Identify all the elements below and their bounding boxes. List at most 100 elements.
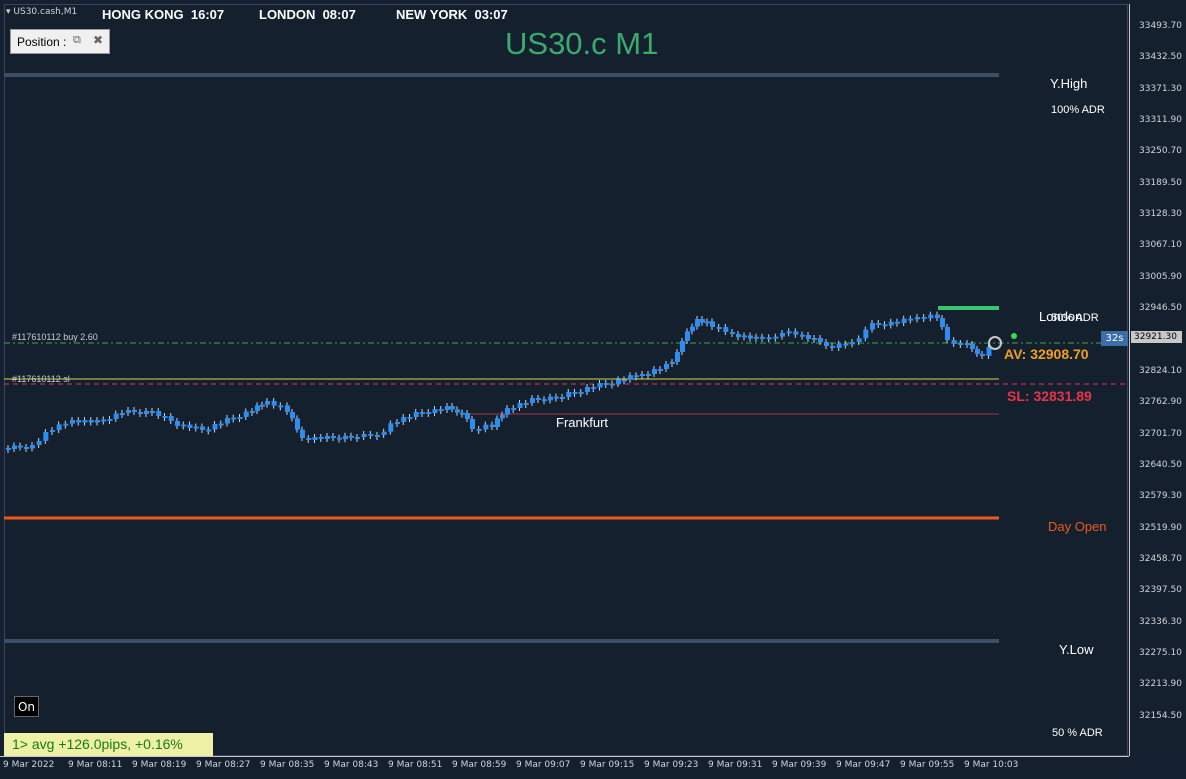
candle-body: [505, 408, 510, 415]
time-axis[interactable]: 9 Mar 2022 9 Mar 08:11 9 Mar 08:19 9 Mar 08…: [0, 756, 1129, 779]
buy-order-label: #117610112 buy 2.60: [12, 332, 98, 342]
candle-body: [560, 397, 565, 399]
time-tick-label: 9 Mar 08:27: [196, 760, 251, 770]
candle-body: [260, 404, 265, 407]
candle-body: [975, 349, 980, 354]
candle-body: [36, 441, 42, 445]
candle-body: [554, 396, 559, 399]
adr-50-label: 50 % ADR: [1052, 727, 1103, 739]
candle-body: [420, 412, 425, 414]
candle-body: [812, 338, 817, 340]
candle-body: [908, 318, 914, 321]
candle-body: [150, 411, 155, 413]
candle-body: [628, 375, 633, 380]
candle-body: [101, 419, 107, 422]
candle-body: [18, 445, 23, 448]
candle-body: [168, 416, 174, 421]
candle-body: [824, 342, 829, 346]
candle-body: [407, 417, 413, 419]
candle-body: [265, 401, 270, 405]
candle-body: [603, 383, 609, 385]
time-tick-label: 9 Mar 08:35: [260, 760, 315, 770]
clock-label: NEW YORK: [396, 7, 468, 22]
time-tick-label: 9 Mar 09:23: [644, 760, 699, 770]
candle-body: [243, 411, 249, 417]
candle-body: [162, 416, 168, 418]
candle-body: [730, 332, 735, 334]
chart-window[interactable]: ▾ US30.cash,M1 HONG KONG 16:07 LONDON 08…: [0, 0, 1186, 779]
sl-order-label: #117610112 sl: [12, 374, 70, 384]
candle-body: [337, 437, 342, 440]
price-tick-label: 32213.90: [1139, 679, 1182, 690]
price-tick-label: 32519.90: [1139, 522, 1182, 533]
status-dot-icon: [1011, 333, 1017, 339]
candle-body: [438, 409, 444, 411]
candle-body: [113, 413, 119, 419]
candle-body: [723, 327, 729, 332]
close-icon[interactable]: ✖: [93, 33, 103, 47]
candle-body: [578, 392, 584, 394]
candle-body: [965, 343, 970, 345]
candle-body: [622, 379, 627, 382]
candle-body: [760, 336, 765, 339]
price-tick-label: 33371.30: [1139, 83, 1182, 94]
candle-body: [490, 424, 495, 427]
candle-body: [572, 392, 578, 394]
price-tick-label: 32946.50: [1139, 303, 1182, 314]
candle-body: [50, 430, 55, 432]
time-tick-label: 9 Mar 09:47: [836, 760, 891, 770]
candle-body: [888, 321, 894, 326]
candle-body: [413, 412, 419, 417]
candle-body: [664, 364, 669, 369]
candle-body: [742, 335, 747, 338]
candle-body: [218, 423, 224, 426]
candle-body: [181, 424, 187, 427]
candle-body: [388, 423, 394, 432]
candle-body: [548, 396, 553, 401]
price-tick-label: 33432.50: [1139, 52, 1182, 63]
restore-icon[interactable]: ⧉: [73, 34, 81, 47]
candle-body: [958, 343, 964, 345]
price-tick-label: 32824.10: [1139, 365, 1182, 376]
candle-body: [120, 413, 125, 415]
candle-body: [680, 341, 685, 352]
on-toggle-button[interactable]: On: [14, 696, 39, 717]
candle-body: [250, 411, 255, 413]
position-panel-label: Position :: [17, 35, 67, 49]
candle-body: [710, 321, 715, 327]
candle-body: [773, 336, 779, 339]
adr-100-label: 100% ADR: [1051, 104, 1105, 116]
position-panel[interactable]: Position : ⧉ ✖: [10, 29, 110, 54]
candle-body: [500, 414, 505, 419]
candle-body: [940, 318, 945, 327]
price-tick-label: 32458.70: [1139, 553, 1182, 564]
candle-body: [30, 445, 35, 449]
price-tick-label: 32701.70: [1139, 428, 1182, 439]
candle-body: [843, 343, 849, 346]
candle-body: [368, 434, 374, 436]
candlestick-series: [6, 311, 992, 453]
candle-body: [517, 403, 523, 408]
candle-body: [818, 338, 823, 342]
candle-body: [640, 374, 645, 376]
candle-body: [476, 429, 482, 431]
candle-body: [375, 435, 380, 437]
candle-body: [225, 418, 230, 424]
candle-body: [460, 412, 465, 415]
candle-body: [56, 424, 62, 430]
candle-body: [325, 436, 330, 439]
candle-body: [82, 420, 88, 423]
candle-body: [132, 410, 137, 412]
dropdown-arrow-icon[interactable]: ▾: [6, 7, 11, 17]
candle-body: [318, 437, 324, 439]
candle-body: [634, 375, 639, 378]
candle-body: [836, 343, 842, 348]
london-label: London: [1039, 309, 1083, 324]
candle-body: [290, 412, 295, 419]
clock-london: LONDON 08:07: [252, 6, 382, 23]
clock-time: 16:07: [190, 7, 225, 22]
candle-body: [901, 318, 907, 323]
price-axis[interactable]: 33493.70 33432.50 33371.30 33311.90 33250.70…: [1129, 4, 1186, 756]
candle-body: [980, 354, 985, 356]
bid-price-tag: 32921.30: [1131, 331, 1182, 343]
